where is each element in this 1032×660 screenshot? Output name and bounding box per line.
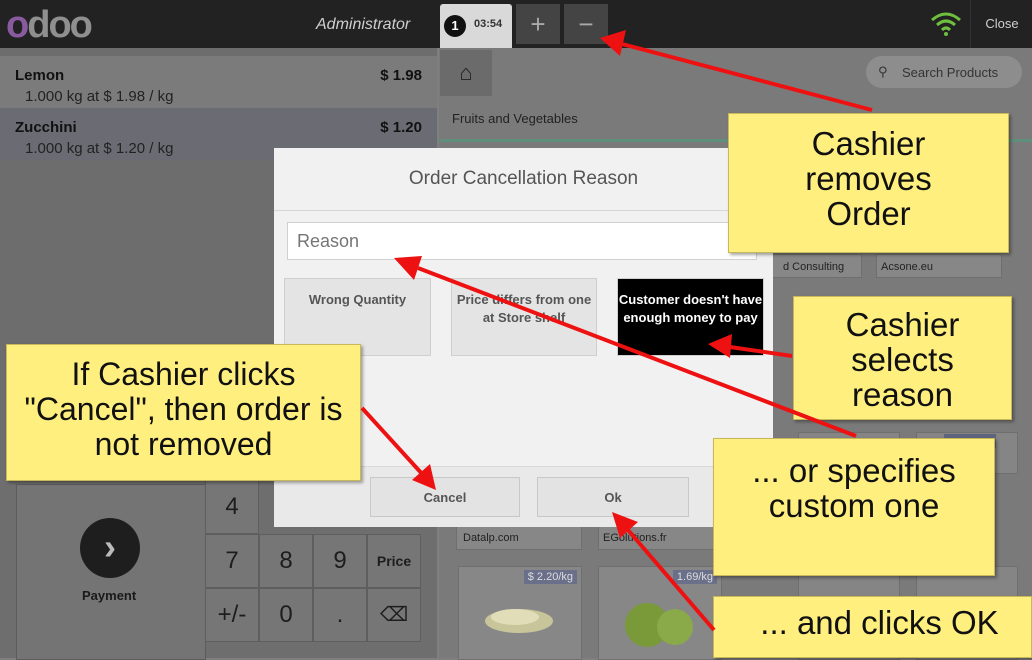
order-number-badge: 1 — [444, 15, 466, 37]
wifi-icon — [931, 12, 961, 36]
user-name[interactable]: Administrator — [316, 16, 410, 34]
order-line-detail: 1.000 kg at $ 1.20 / kg — [25, 140, 174, 157]
numpad-price-button[interactable]: Price — [367, 534, 421, 588]
dialog-title: Order Cancellation Reason — [408, 168, 639, 189]
reason-not-enough-money-button[interactable]: Customer doesn't have enough money to pa… — [617, 278, 764, 356]
order-time: 03:54 — [474, 18, 503, 30]
product-price-badge: $ 2.20/kg — [523, 570, 577, 584]
odoo-logo: odoo — [6, 4, 93, 46]
order-line-price: $ 1.98 — [380, 67, 422, 84]
order-line-detail: 1.000 kg at $ 1.98 / kg — [25, 88, 174, 105]
order-line-price: $ 1.20 — [380, 119, 422, 136]
new-order-button[interactable]: + — [516, 4, 560, 44]
callout-custom-reason: ... or specifies custom one — [713, 438, 995, 576]
chevron-right-icon: › — [80, 518, 140, 578]
remove-order-button[interactable]: − — [564, 4, 608, 44]
numpad-key-4[interactable]: 4 — [205, 480, 259, 534]
dialog-divider — [274, 210, 773, 211]
apple-image — [625, 603, 693, 647]
numpad-key-0[interactable]: 0 — [259, 588, 313, 642]
numpad-key-8[interactable]: 8 — [259, 534, 313, 588]
product-tile[interactable]: $ 2.20/kg — [458, 566, 582, 660]
order-line[interactable]: Lemon 1.000 kg at $ 1.98 / kg $ 1.98 — [0, 56, 437, 108]
product-name: Datalp.com — [463, 532, 519, 544]
product-name: d Consulting — [783, 261, 845, 273]
product-tile[interactable]: Acsone.eu — [876, 254, 1002, 278]
order-line-product: Zucchini — [15, 119, 77, 136]
home-icon[interactable]: ⌂ — [440, 50, 492, 96]
order-tab[interactable]: 1 03:54 — [440, 4, 512, 48]
product-tile[interactable]: 1.69/kg — [598, 566, 722, 660]
callout-cancel-note: If Cashier clicks "Cancel", then order i… — [6, 344, 361, 481]
order-line-product: Lemon — [15, 67, 65, 84]
product-tile[interactable]: d Consulting — [760, 254, 862, 278]
search-placeholder: Search Products — [902, 65, 999, 80]
reason-price-differs-button[interactable]: Price differs from one at Store shelf — [451, 278, 597, 356]
cancel-button[interactable]: Cancel — [370, 477, 520, 517]
callout-selects-reason: Cashier selects reason — [793, 296, 1012, 420]
backspace-icon[interactable]: ⌫ — [367, 588, 421, 642]
reason-input[interactable] — [287, 222, 757, 260]
product-name: EGolutions.fr — [603, 532, 667, 544]
numpad-plus-minus[interactable]: +/- — [205, 588, 259, 642]
close-button[interactable]: Close — [970, 0, 1032, 48]
payment-label: Payment — [82, 588, 137, 603]
callout-clicks-ok: ... and clicks OK — [713, 596, 1032, 658]
category-button[interactable]: Fruits and Vegetables — [452, 111, 578, 126]
callout-removes-order: Cashier removes Order — [728, 113, 1009, 253]
search-icon: ⚲ — [878, 64, 888, 79]
endive-image — [485, 609, 553, 633]
ok-button[interactable]: Ok — [537, 477, 689, 517]
product-tile[interactable]: EGolutions.fr — [598, 526, 724, 550]
product-price-badge: 1.69/kg — [672, 570, 717, 584]
numpad-key-9[interactable]: 9 — [313, 534, 367, 588]
product-tile[interactable]: Datalp.com — [456, 526, 582, 550]
numpad-key-dot[interactable]: . — [313, 588, 367, 642]
product-name: Acsone.eu — [881, 261, 933, 273]
numpad-key-7[interactable]: 7 — [205, 534, 259, 588]
